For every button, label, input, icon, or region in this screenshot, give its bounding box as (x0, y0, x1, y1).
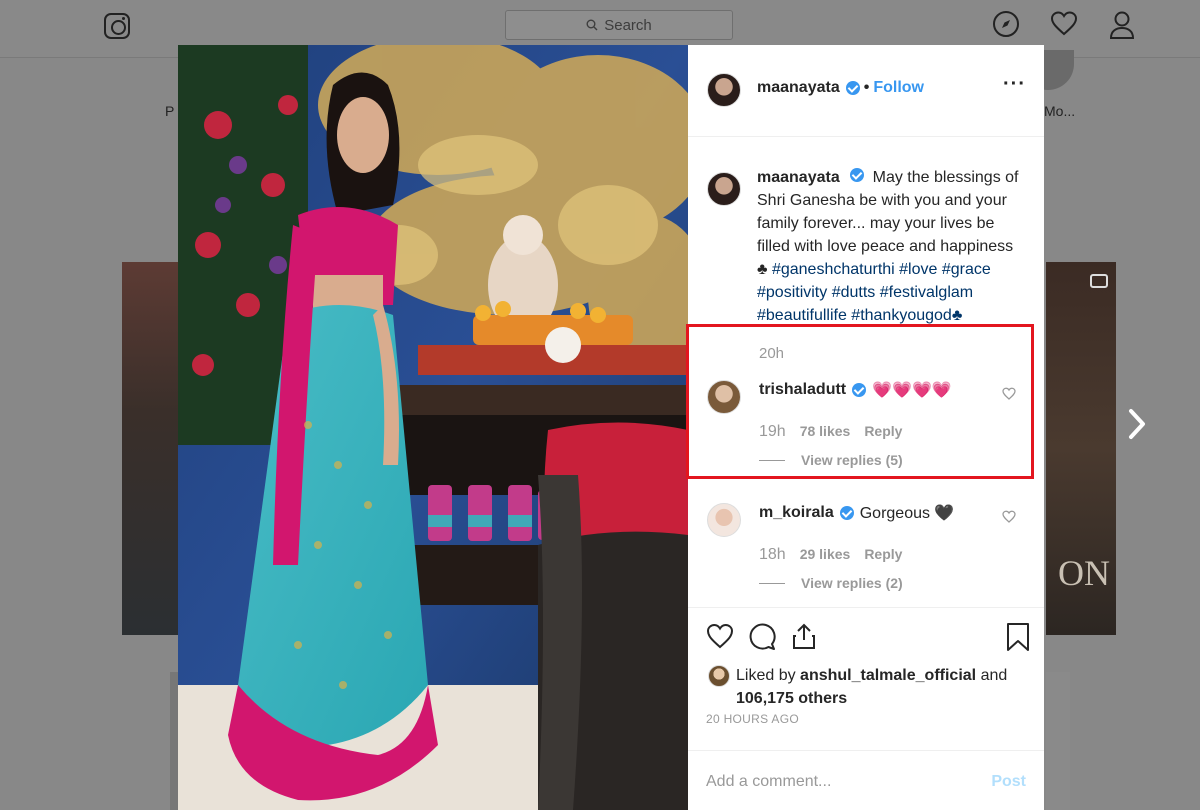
caption: maanayata May the blessings of Shri Gane… (688, 138, 1044, 327)
bookmark-icon[interactable] (1006, 622, 1030, 652)
story-label-right: Mo... (1044, 103, 1076, 119)
more-options-button[interactable]: ··· (1003, 74, 1026, 94)
verified-badge-icon (845, 81, 860, 95)
verified-badge-icon (839, 506, 854, 520)
action-icons (706, 622, 818, 650)
comment-meta: 19h 78 likes Reply (759, 423, 902, 441)
comment-input[interactable]: Add a comment... (706, 773, 831, 791)
comment-likes[interactable]: 29 likes (800, 546, 851, 564)
comment-username[interactable]: m_koirala (759, 504, 834, 522)
search-placeholder: Search (604, 16, 652, 34)
likes-count[interactable]: 106,175 others (736, 690, 847, 707)
share-icon[interactable] (790, 622, 818, 650)
follow-button[interactable]: Follow (873, 79, 924, 97)
comment-line: trishaladutt 💗💗💗💗 (759, 380, 952, 400)
instagram-logo-icon[interactable] (104, 13, 130, 39)
separator-dot: • (863, 79, 870, 96)
like-comment-icon[interactable] (1002, 510, 1016, 523)
divider (759, 582, 785, 584)
liked-by: Liked by anshul_talmale_official and 106… (708, 664, 1007, 710)
liked-by-user[interactable]: anshul_talmale_official (800, 667, 976, 684)
comment-line: m_koirala Gorgeous 🖤 (759, 503, 954, 523)
search-input[interactable]: Search (505, 10, 733, 40)
avatar[interactable] (707, 503, 741, 537)
view-replies-button[interactable]: View replies (5) (759, 452, 903, 468)
comment-likes[interactable]: 78 likes (800, 423, 851, 441)
view-replies-button[interactable]: View replies (2) (759, 575, 903, 591)
view-replies-label: View replies (5) (801, 452, 903, 468)
caption-username[interactable]: maanayata (757, 169, 840, 186)
top-icons (992, 10, 1136, 40)
comment-text: Gorgeous 🖤 (859, 505, 955, 522)
post-header: maanayata • Follow ··· (688, 45, 1044, 137)
comment-time: 19h (759, 423, 786, 440)
avatar[interactable] (707, 73, 741, 107)
post-author: maanayata • Follow (757, 79, 924, 97)
comment-icon[interactable] (748, 622, 776, 650)
search-icon (586, 19, 598, 31)
save-bookmark-button[interactable] (1006, 622, 1030, 652)
username[interactable]: maanayata (757, 79, 840, 97)
post-comment-button[interactable]: Post (991, 773, 1026, 791)
divider (759, 459, 785, 461)
grid-tile-left (122, 262, 182, 635)
post-photo (178, 45, 688, 810)
liked-by-and: and (980, 667, 1008, 684)
post-image (178, 45, 688, 810)
like-icon[interactable] (706, 622, 734, 650)
verified-badge-icon (850, 168, 865, 182)
video-icon (1090, 274, 1108, 288)
story-label-left: P (165, 103, 175, 119)
tile-text: ON (1058, 553, 1110, 593)
add-comment-bar: Add a comment... Post (688, 750, 1044, 810)
comment-username[interactable]: trishaladutt (759, 381, 846, 399)
compass-icon[interactable] (992, 10, 1020, 38)
post-actions: Liked by anshul_talmale_official and 106… (688, 607, 1044, 749)
profile-icon[interactable] (1108, 10, 1136, 40)
post-timestamp[interactable]: 20 HOURS AGO (706, 712, 799, 726)
comments-section[interactable]: maanayata May the blessings of Shri Gane… (688, 138, 1044, 606)
view-replies-label: View replies (2) (801, 575, 903, 591)
next-arrow-icon[interactable] (1126, 406, 1148, 442)
reply-button[interactable]: Reply (864, 546, 902, 564)
grid-tile-right: ON (1046, 262, 1116, 635)
comment-meta: 18h 29 likes Reply (759, 546, 902, 564)
liker-avatar[interactable] (708, 664, 730, 687)
caption-time: 20h (759, 345, 785, 362)
reply-button[interactable]: Reply (864, 423, 902, 441)
avatar[interactable] (707, 172, 741, 206)
comment-text: 💗💗💗💗 (872, 382, 952, 399)
post-sidebar: maanayata • Follow ··· maanayata May the… (688, 45, 1044, 810)
heart-icon[interactable] (1050, 10, 1078, 38)
verified-badge-icon (852, 383, 867, 397)
avatar[interactable] (707, 380, 741, 414)
comment-time: 18h (759, 546, 786, 563)
like-comment-icon[interactable] (1002, 387, 1016, 400)
caption-hashtags[interactable]: #ganeshchaturthi #love #grace #positivit… (757, 261, 991, 324)
grid-tile-bottom-right (1046, 672, 1070, 810)
liked-by-prefix: Liked by (736, 667, 796, 684)
